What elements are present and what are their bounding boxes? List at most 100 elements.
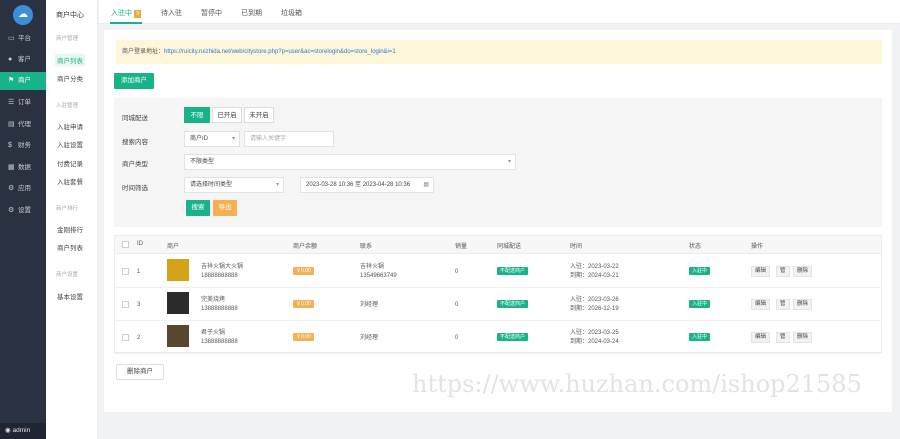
add-merchant-button[interactable]: 添加商户 — [114, 73, 154, 89]
search-button[interactable]: 搜索 — [186, 200, 210, 216]
calendar-icon: ▦ — [423, 182, 429, 188]
filter-delivery-off[interactable]: 未开启 — [244, 107, 274, 123]
contact-name: 吉祥火锅 — [360, 264, 385, 270]
nav-finance[interactable]: $ 财务 — [0, 137, 46, 155]
col-status: 状态 — [689, 244, 702, 250]
tab-joined[interactable]: 入驻中 3 — [111, 8, 142, 18]
join-date: 入驻：2023-03-26 — [570, 297, 619, 303]
join-date: 入驻：2023-03-22 — [570, 264, 619, 270]
subnav-pay-records[interactable]: 付费记录 — [55, 157, 85, 169]
merchant-name: 吉祥火锅大火锅 — [201, 264, 244, 270]
manage-button[interactable]: 管 — [776, 299, 790, 310]
balance-badge: ￥0.00 — [293, 333, 314, 341]
user-menu[interactable]: ◉ admin — [0, 423, 46, 439]
row-id: 1 — [137, 269, 141, 275]
search-field-select[interactable]: 商户ID ▾ — [184, 131, 240, 147]
login-url-link[interactable]: https://ruicity.ruizhida.net/web/citysto… — [164, 49, 396, 55]
row-id: 2 — [137, 335, 141, 341]
manage-button[interactable]: 管 — [776, 332, 790, 343]
manage-button[interactable]: 管 — [776, 266, 790, 277]
chevron-down-icon: ▾ — [507, 159, 511, 165]
subnav-group-label: 入驻管理 — [56, 103, 79, 109]
username: admin — [12, 427, 31, 434]
contact-name: 刘经理 — [360, 335, 379, 341]
nav-label: 代理 — [18, 121, 31, 128]
nav-apps[interactable]: ⚙ 应用 — [0, 180, 46, 198]
filter-delivery-on[interactable]: 已开启 — [212, 107, 242, 123]
merchant-phone: 13888888888 — [201, 339, 238, 345]
row-checkbox[interactable] — [122, 334, 129, 341]
row-checkbox[interactable] — [122, 301, 129, 308]
col-id: ID — [137, 241, 143, 247]
nav-customer[interactable]: ● 客户 — [0, 51, 46, 69]
nav-settings[interactable]: ⚙ 设置 — [0, 202, 46, 220]
nav-agent[interactable]: ▤ 代理 — [0, 116, 46, 134]
delete-button[interactable]: 删除 — [793, 299, 813, 310]
nav-label: 平台 — [18, 35, 31, 42]
expire-date: 到期：2026-12-19 — [570, 306, 619, 312]
delete-button[interactable]: 删除 — [793, 332, 813, 343]
batch-delete-button[interactable]: 删除商户 — [116, 364, 164, 380]
logo-icon: ☁ — [13, 5, 33, 25]
login-url-notice: 商户登录地址：https://ruicity.ruizhida.net/web/… — [116, 40, 882, 64]
notice-label: 商户登录地址： — [122, 49, 165, 55]
delete-button[interactable]: 删除 — [793, 266, 813, 277]
chevron-down-icon: ▾ — [275, 182, 279, 188]
filter-delivery-all[interactable]: 不限 — [184, 107, 210, 123]
chart-icon: ▦ — [8, 164, 15, 171]
main-sidebar: ☁ ▭ 平台 ● 客户 ⚑ 商户 ☰ 订单 ▤ 代理 $ 财务 ▦ 数据 ⚙ 应用 ⚙ 设置 ◉ … — [0, 0, 46, 439]
delivery-badge: 不配送商户 — [497, 267, 529, 275]
subnav-basic-settings[interactable]: 基本设置 — [55, 290, 85, 302]
status-tabs: 入驻中 3 待入驻 暂停中 已到期 垃圾箱 — [99, 0, 900, 24]
subnav-merchant-list[interactable]: 商户列表 — [55, 54, 85, 66]
edit-button[interactable]: 编辑 — [751, 332, 771, 343]
nav-label: 商户 — [18, 77, 31, 84]
edit-button[interactable]: 编辑 — [751, 299, 771, 310]
select-all-checkbox[interactable] — [122, 241, 129, 248]
date-range-input[interactable]: 2023-03-28 10:36 至 2023-04-28 10:36 ▦ — [300, 177, 434, 193]
table-row: 1 吉祥火锅大火锅 18888888888 ￥0.00 吉祥火锅 1354966… — [115, 255, 881, 288]
merchant-phone: 13888888888 — [201, 306, 238, 312]
chevron-down-icon: ▾ — [231, 136, 235, 142]
filter-time-label: 时间筛选 — [122, 185, 148, 192]
sales-count: 0 — [455, 302, 459, 308]
row-checkbox[interactable] — [122, 268, 129, 275]
time-type-select[interactable]: 请选择时间类型 ▾ — [184, 177, 284, 193]
edit-button[interactable]: 编辑 — [751, 266, 771, 277]
nav-platform[interactable]: ▭ 平台 — [0, 30, 46, 48]
merchant-thumbnail — [167, 292, 189, 314]
merchant-name: 完美烧烤 — [201, 297, 226, 303]
date-range-value: 2023-03-28 10:36 至 2023-04-28 10:36 — [306, 182, 411, 188]
status-badge: 入驻中 — [689, 333, 711, 341]
tab-paused[interactable]: 暂停中 — [201, 8, 222, 18]
col-time: 时间 — [570, 244, 583, 250]
tab-trash[interactable]: 垃圾箱 — [281, 8, 302, 18]
subnav-join-settings[interactable]: 入驻设置 — [55, 138, 85, 150]
nav-data[interactable]: ▦ 数据 — [0, 159, 46, 177]
merchant-phone: 18888888888 — [201, 273, 238, 279]
nav-orders[interactable]: ☰ 订单 — [0, 94, 46, 112]
nav-label: 财务 — [18, 142, 31, 149]
subnav-join-apply[interactable]: 入驻申请 — [55, 120, 85, 132]
table-header: ID 商户 商户余额 联系 销量 同城配送 时间 状态 操作 — [115, 236, 881, 254]
tab-pending[interactable]: 待入驻 — [161, 8, 182, 18]
balance-badge: ￥0.00 — [293, 300, 314, 308]
watermark: https://www.huzhan.com/ishop21585 — [412, 370, 862, 398]
search-input[interactable]: 请输入关键字 — [244, 131, 334, 147]
subnav-title: 商户中心 — [56, 12, 84, 19]
row-id: 3 — [137, 302, 141, 308]
subnav-rank[interactable]: 金刚排行 — [55, 223, 85, 235]
filter-category-label: 商户类型 — [122, 161, 148, 168]
tab-expired[interactable]: 已到期 — [241, 8, 262, 18]
nav-merchant[interactable]: ⚑ 商户 — [0, 72, 46, 90]
col-balance: 商户余额 — [293, 244, 318, 250]
category-select[interactable]: 不限类型 ▾ — [184, 154, 516, 170]
join-date: 入驻：2023-03-25 — [570, 330, 619, 336]
subnav-merchant-category[interactable]: 商户分类 — [55, 72, 85, 84]
export-button[interactable]: 导出 — [213, 200, 237, 216]
time-type-value: 请选择时间类型 — [190, 182, 233, 188]
subnav-rank-list[interactable]: 商户列表 — [55, 241, 85, 253]
subnav-join-packages[interactable]: 入驻套餐 — [55, 175, 85, 187]
nav-label: 数据 — [18, 164, 31, 171]
subnav-group-label: 商户设置 — [56, 272, 79, 278]
